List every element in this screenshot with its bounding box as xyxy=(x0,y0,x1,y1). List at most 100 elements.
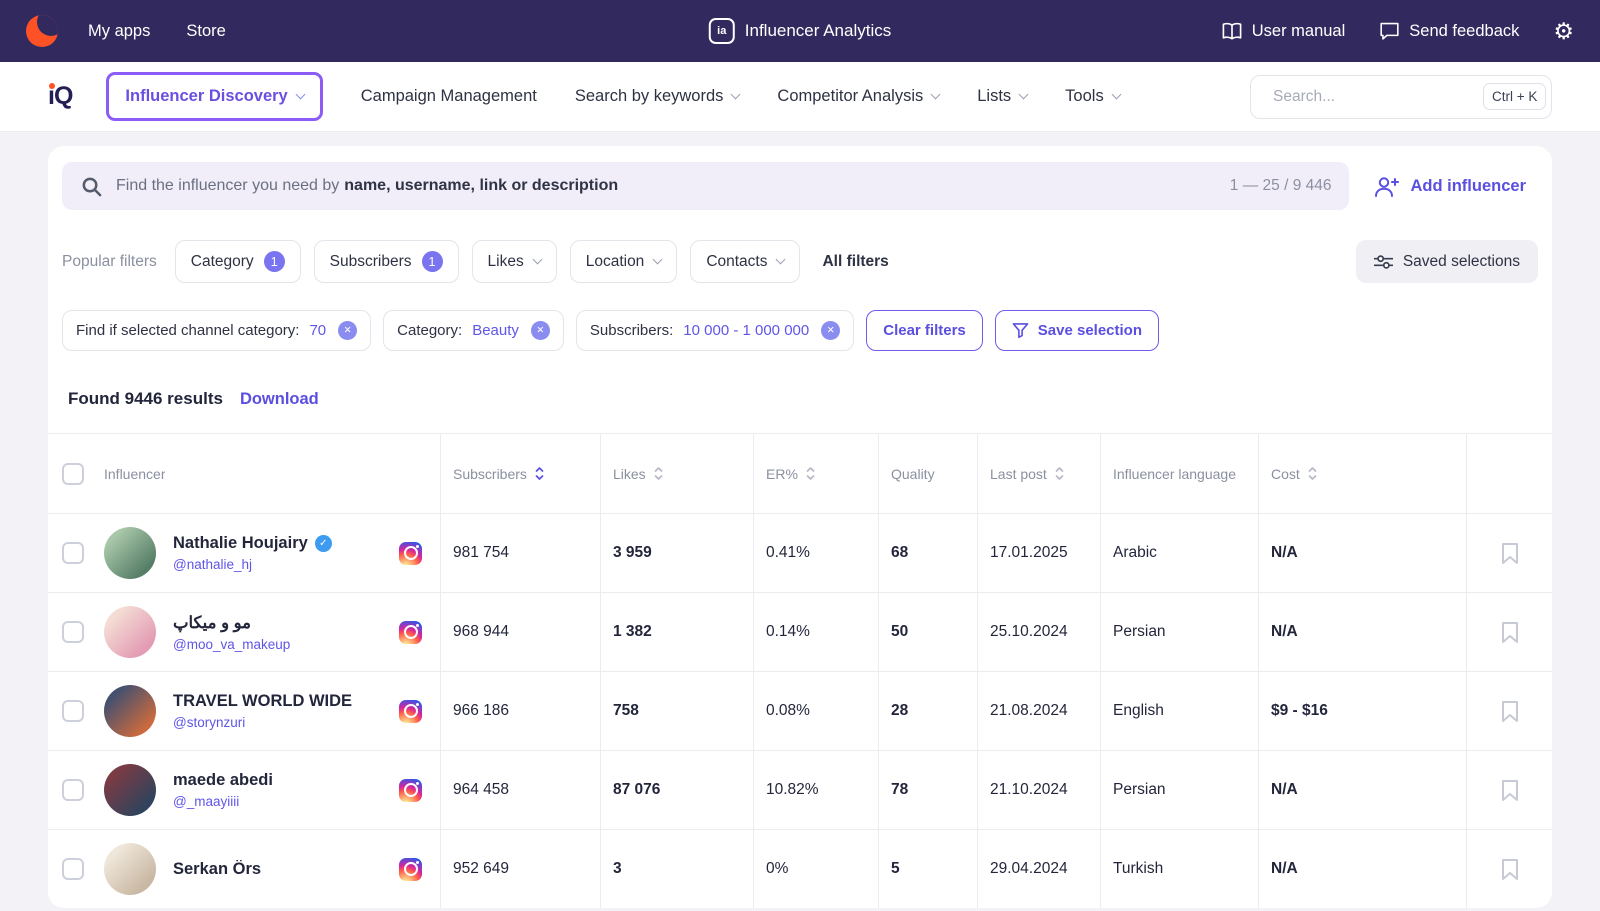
language-cell: Persian xyxy=(1100,751,1258,829)
row-checkbox[interactable] xyxy=(62,779,84,801)
column-header-last-post[interactable]: Last post xyxy=(977,434,1100,513)
global-search-box[interactable]: Ctrl + K xyxy=(1250,75,1552,119)
filter-label: Subscribers xyxy=(330,253,412,271)
subscribers-cell: 964 458 xyxy=(440,751,600,829)
feedback-bubble-icon xyxy=(1379,21,1400,41)
main-nav: iQ Influencer Discovery Campaign Managem… xyxy=(0,62,1600,132)
influencer-name[interactable]: TRAVEL WORLD WIDE xyxy=(173,692,352,711)
bookmark-icon[interactable] xyxy=(1501,542,1519,565)
nav-item-tools[interactable]: Tools xyxy=(1065,87,1120,106)
table-header-row: Influencer Subscribers Likes ER% Quality… xyxy=(48,433,1552,513)
row-checkbox[interactable] xyxy=(62,700,84,722)
applied-filter-chip: Find if selected channel category: 70 ✕ xyxy=(62,310,371,351)
influencer-username[interactable]: @storynzuri xyxy=(173,715,352,730)
column-header-cost[interactable]: Cost xyxy=(1258,434,1466,513)
row-checkbox[interactable] xyxy=(62,621,84,643)
chip-value[interactable]: 10 000 - 1 000 000 xyxy=(683,322,809,339)
influencer-name[interactable]: Serkan Örs xyxy=(173,860,261,879)
chip-value[interactable]: 70 xyxy=(309,322,326,339)
influencer-name[interactable]: مو و ميكاپ xyxy=(173,613,251,633)
settings-gear-icon[interactable]: ⚙ xyxy=(1553,20,1574,43)
chevron-down-icon xyxy=(776,255,786,265)
saved-selections-label: Saved selections xyxy=(1403,253,1520,271)
saved-selections-button[interactable]: Saved selections xyxy=(1356,240,1538,283)
app-logo-icon: ia xyxy=(709,18,735,44)
store-link[interactable]: Store xyxy=(186,22,225,41)
avatar xyxy=(104,764,156,816)
clear-filters-label: Clear filters xyxy=(883,322,966,339)
download-link[interactable]: Download xyxy=(240,390,319,409)
sort-icon[interactable] xyxy=(1054,466,1065,481)
brand-logo-icon[interactable] xyxy=(26,15,58,47)
influencer-name[interactable]: Nathalie Houjairy xyxy=(173,534,308,553)
bookmark-icon[interactable] xyxy=(1501,779,1519,802)
quality-cell: 50 xyxy=(878,593,977,671)
row-checkbox[interactable] xyxy=(62,542,84,564)
influencer-name[interactable]: maede abedi xyxy=(173,771,273,790)
nav-item-influencer-discovery[interactable]: Influencer Discovery xyxy=(106,72,322,121)
influencer-username[interactable]: @_maayiiii xyxy=(173,794,273,809)
search-placeholder: Find the influencer you need by xyxy=(116,177,339,195)
avatar xyxy=(104,606,156,658)
column-header-er[interactable]: ER% xyxy=(753,434,878,513)
sort-icon[interactable] xyxy=(534,466,545,481)
global-search-input[interactable] xyxy=(1273,88,1473,106)
send-feedback-label: Send feedback xyxy=(1409,22,1519,41)
table-row[interactable]: Nathalie Houjairy ✓ @nathalie_hj 981 754… xyxy=(48,513,1552,592)
save-selection-button[interactable]: Save selection xyxy=(995,310,1159,351)
search-icon xyxy=(80,175,103,198)
filter-category-button[interactable]: Category 1 xyxy=(175,240,301,283)
filter-subscribers-button[interactable]: Subscribers 1 xyxy=(314,240,459,283)
table-row[interactable]: مو و ميكاپ @moo_va_makeup 968 944 1 382 … xyxy=(48,592,1552,671)
influencer-username[interactable]: @moo_va_makeup xyxy=(173,637,290,652)
er-cell: 0.14% xyxy=(753,593,878,671)
sort-icon[interactable] xyxy=(1307,466,1318,481)
er-cell: 0.41% xyxy=(753,514,878,592)
send-feedback-button[interactable]: Send feedback xyxy=(1379,21,1519,41)
add-influencer-button[interactable]: Add influencer xyxy=(1373,175,1538,198)
last-post-cell: 21.08.2024 xyxy=(977,672,1100,750)
chevron-down-icon xyxy=(532,255,542,265)
filter-label: Category xyxy=(191,253,254,271)
all-filters-button[interactable]: All filters xyxy=(813,240,897,283)
column-header-likes[interactable]: Likes xyxy=(600,434,753,513)
verified-badge-icon: ✓ xyxy=(315,535,332,552)
subscribers-cell: 952 649 xyxy=(440,830,600,908)
nav-item-search-by-keywords[interactable]: Search by keywords xyxy=(575,87,740,106)
remove-filter-icon[interactable]: ✕ xyxy=(821,321,840,340)
filter-contacts-button[interactable]: Contacts xyxy=(690,240,800,283)
chip-value[interactable]: Beauty xyxy=(472,322,519,339)
influencer-search-input[interactable]: Find the influencer you need by name, us… xyxy=(62,162,1349,210)
chip-label: Category: xyxy=(397,322,462,339)
search-placeholder-bold: name, username, link or description xyxy=(344,177,618,195)
filter-location-button[interactable]: Location xyxy=(570,240,678,283)
row-checkbox[interactable] xyxy=(62,858,84,880)
user-manual-button[interactable]: User manual xyxy=(1221,22,1346,41)
remove-filter-icon[interactable]: ✕ xyxy=(338,321,357,340)
select-all-checkbox[interactable] xyxy=(62,463,84,485)
book-icon xyxy=(1221,22,1243,41)
column-header-subscribers[interactable]: Subscribers xyxy=(440,434,600,513)
remove-filter-icon[interactable]: ✕ xyxy=(531,321,550,340)
clear-filters-button[interactable]: Clear filters xyxy=(866,310,983,351)
bookmark-icon[interactable] xyxy=(1501,700,1519,723)
table-row[interactable]: maede abedi @_maayiiii 964 458 87 076 10… xyxy=(48,750,1552,829)
nav-logo[interactable]: iQ xyxy=(48,82,72,111)
subscribers-cell: 968 944 xyxy=(440,593,600,671)
sort-icon[interactable] xyxy=(805,466,816,481)
table-row[interactable]: Serkan Örs 952 649 3 0% 5 29.04.2024 Tur… xyxy=(48,829,1552,908)
quality-cell: 78 xyxy=(878,751,977,829)
table-row[interactable]: TRAVEL WORLD WIDE @storynzuri 966 186 75… xyxy=(48,671,1552,750)
filter-likes-button[interactable]: Likes xyxy=(472,240,557,283)
bookmark-icon[interactable] xyxy=(1501,858,1519,881)
chevron-down-icon xyxy=(1111,90,1121,100)
cost-cell: N/A xyxy=(1258,830,1466,908)
applied-filter-chip: Subscribers: 10 000 - 1 000 000 ✕ xyxy=(576,310,854,351)
nav-item-campaign-management[interactable]: Campaign Management xyxy=(361,87,537,106)
nav-item-competitor-analysis[interactable]: Competitor Analysis xyxy=(777,87,939,106)
my-apps-link[interactable]: My apps xyxy=(88,22,150,41)
bookmark-icon[interactable] xyxy=(1501,621,1519,644)
sort-icon[interactable] xyxy=(653,466,664,481)
nav-item-lists[interactable]: Lists xyxy=(977,87,1027,106)
influencer-username[interactable]: @nathalie_hj xyxy=(173,557,332,572)
